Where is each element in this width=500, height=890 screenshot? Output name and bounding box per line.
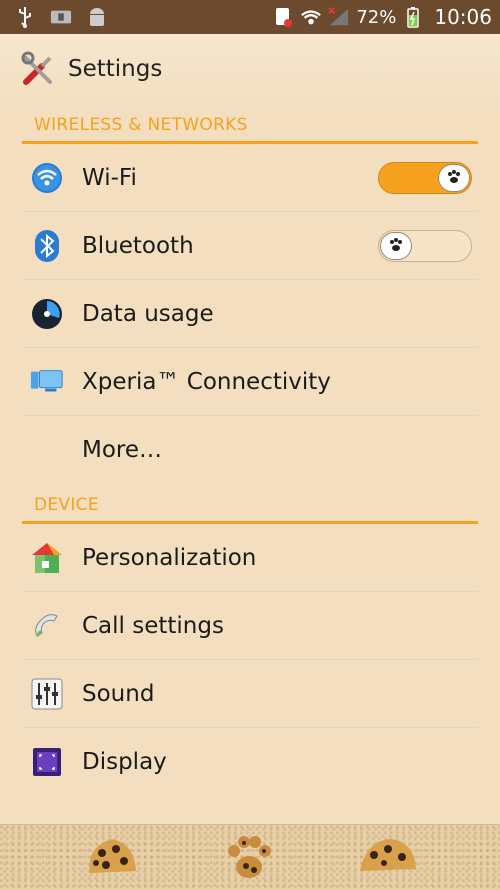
action-bar: Settings — [0, 34, 500, 104]
settings-item-wifi[interactable]: Wi-Fi — [22, 144, 478, 212]
settings-item-label: Bluetooth — [82, 232, 194, 259]
bluetooth-icon — [30, 229, 64, 263]
page-title: Settings — [68, 56, 163, 82]
wifi-icon — [300, 6, 322, 28]
settings-item-xperia-connectivity[interactable]: Xperia™ Connectivity — [22, 348, 478, 416]
leopard-paw-icon — [84, 833, 140, 883]
sound-sliders-icon — [30, 677, 64, 711]
personalization-icon — [30, 541, 64, 575]
paw-knob-icon — [380, 231, 412, 260]
battery-charging-icon — [402, 6, 424, 28]
signal-icon — [328, 6, 350, 28]
settings-item-label: Sound — [82, 680, 155, 707]
android-icon — [86, 6, 108, 28]
settings-item-more[interactable]: More… — [22, 416, 478, 484]
display-icon — [30, 745, 64, 779]
settings-item-label: Display — [82, 749, 167, 775]
battery-percentage: 72% — [356, 6, 397, 28]
settings-list: WIRELESS & NETWORKS Wi-Fi Bluetooth Data… — [0, 104, 500, 824]
leopard-paw-icon — [224, 833, 274, 887]
section-header-device: DEVICE — [22, 484, 478, 524]
notification-icon — [50, 6, 72, 28]
sim-error-icon — [272, 6, 294, 28]
settings-item-label: Call settings — [82, 612, 224, 639]
wifi-toggle[interactable] — [378, 161, 472, 194]
data-usage-icon — [30, 297, 64, 331]
clock: 10:06 — [434, 5, 492, 29]
connectivity-icon — [30, 365, 64, 399]
settings-item-label: Data usage — [82, 300, 214, 327]
settings-item-label: Personalization — [82, 544, 257, 571]
settings-item-call-settings[interactable]: Call settings — [22, 592, 478, 660]
usb-icon — [14, 6, 36, 28]
settings-item-label: More… — [82, 437, 163, 463]
status-bar: 72% 10:06 — [0, 0, 500, 34]
settings-item-personalization[interactable]: Personalization — [22, 524, 478, 592]
settings-item-bluetooth[interactable]: Bluetooth — [22, 212, 478, 280]
phone-icon — [30, 609, 64, 643]
settings-tools-icon[interactable] — [20, 50, 58, 88]
settings-item-label: Wi-Fi — [82, 164, 137, 191]
settings-item-label: Xperia™ Connectivity — [82, 368, 331, 395]
bottom-decoration — [0, 824, 500, 890]
settings-item-display[interactable]: Display — [22, 728, 478, 796]
wifi-icon — [30, 161, 64, 195]
paw-knob-icon — [438, 163, 470, 192]
bluetooth-toggle[interactable] — [378, 229, 472, 262]
leopard-paw-icon — [356, 833, 420, 881]
settings-item-data-usage[interactable]: Data usage — [22, 280, 478, 348]
settings-item-sound[interactable]: Sound — [22, 660, 478, 728]
section-header-wireless: WIRELESS & NETWORKS — [22, 104, 478, 144]
